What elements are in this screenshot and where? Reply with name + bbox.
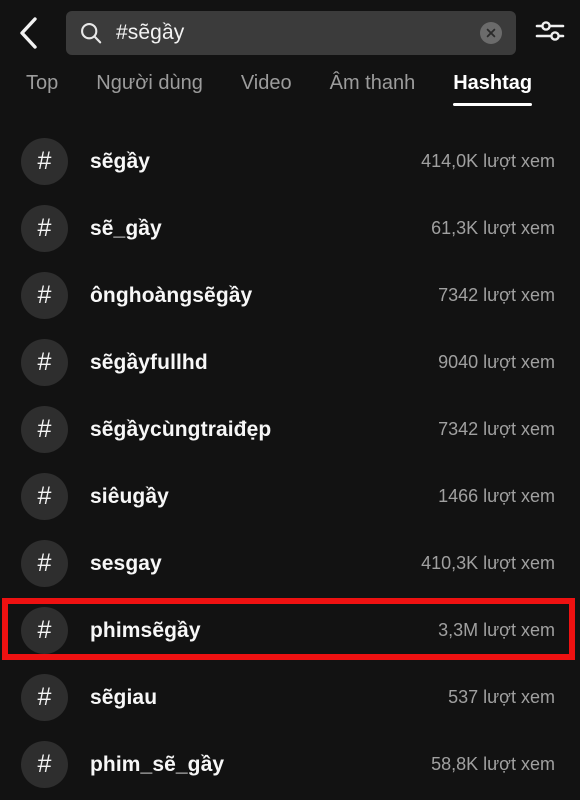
hashtag-icon: # [21, 205, 68, 252]
hashtag-row[interactable]: # sẽgiau 537 lượt xem [0, 664, 580, 731]
hashtag-row[interactable]: # phim_sẽ_gầy 58,8K lượt xem [0, 731, 580, 798]
hashtag-view-count: 61,3K lượt xem [431, 218, 555, 238]
tab-label: Top [26, 72, 59, 94]
tiktok-search-screen: #sẽgầy Top Người dùng Video Âm thanh Has… [0, 0, 580, 800]
hashtag-name: siêugầy [90, 484, 169, 508]
search-result-tabs: Top Người dùng Video Âm thanh Hashtag [0, 70, 580, 122]
hashtag-icon: # [21, 540, 68, 587]
hashtag-result-list[interactable]: # sẽgầy 414,0K lượt xem # sẽ_gầy 61,3K l… [0, 128, 580, 800]
hashtag-row[interactable]: # siêugầy 1466 lượt xem [0, 463, 580, 530]
clear-search-button[interactable] [480, 22, 502, 44]
hashtag-row[interactable]: # ônghoàngsẽgầy 7342 lượt xem [0, 262, 580, 329]
hash-glyph: # [37, 147, 52, 175]
tab-sounds[interactable]: Âm thanh [330, 70, 416, 108]
hash-glyph: # [37, 482, 52, 510]
hashtag-icon: # [21, 607, 68, 654]
hashtag-row[interactable]: # sẽ_gầy 61,3K lượt xem [0, 195, 580, 262]
hashtag-icon: # [21, 741, 68, 788]
filter-button[interactable] [520, 5, 580, 61]
search-topbar: #sẽgầy [0, 0, 580, 66]
hashtag-row[interactable]: # sẽgầyfullhd 9040 lượt xem [0, 329, 580, 396]
hashtag-icon: # [21, 406, 68, 453]
tab-underline [453, 103, 533, 106]
hashtag-name: sẽgầy [90, 149, 151, 173]
hashtag-view-count: 3,3M lượt xem [438, 620, 555, 640]
hashtag-row-highlighted[interactable]: # phimsẽgầy 3,3M lượt xem [0, 597, 580, 664]
search-input[interactable]: #sẽgầy [66, 11, 516, 55]
hashtag-name: sẽgiau [90, 685, 158, 709]
tab-label: Hashtag [453, 72, 533, 94]
tab-label: Video [240, 72, 292, 94]
tab-label: Âm thanh [329, 72, 416, 94]
hashtag-view-count: 1466 lượt xem [438, 486, 555, 506]
hashtag-view-count: 58,8K lượt xem [431, 754, 555, 774]
hashtag-view-count: 410,3K lượt xem [421, 553, 555, 573]
back-button[interactable] [0, 5, 56, 61]
hashtag-name: phimsẽgầy [90, 618, 201, 642]
tab-video[interactable]: Video [241, 70, 292, 108]
hash-glyph: # [37, 214, 52, 242]
hashtag-row[interactable]: # sẽgầycùngtraiđẹp 7342 lượt xem [0, 396, 580, 463]
hashtag-name: ônghoàngsẽgầy [90, 283, 253, 307]
hashtag-view-count: 537 lượt xem [448, 687, 555, 707]
chevron-left-icon [17, 16, 39, 50]
hash-glyph: # [37, 415, 52, 443]
hashtag-row[interactable]: # sẽgầy 414,0K lượt xem [0, 128, 580, 195]
tab-top[interactable]: Top [26, 70, 58, 108]
hash-glyph: # [37, 348, 52, 376]
hashtag-view-count: 7342 lượt xem [438, 419, 555, 439]
hashtag-name: sesgay [90, 551, 162, 575]
hash-glyph: # [37, 281, 52, 309]
hash-glyph: # [37, 549, 52, 577]
hashtag-name: phim_sẽ_gầy [90, 752, 225, 776]
hashtag-icon: # [21, 473, 68, 520]
hashtag-view-count: 414,0K lượt xem [421, 151, 555, 171]
hashtag-view-count: 7342 lượt xem [438, 285, 555, 305]
tab-hashtag[interactable]: Hashtag [453, 70, 533, 108]
hashtag-icon: # [21, 674, 68, 721]
sliders-filter-icon [534, 18, 566, 49]
close-icon [486, 28, 496, 38]
search-query-text: #sẽgầy [116, 21, 185, 44]
hashtag-name: sẽ_gầy [90, 216, 162, 240]
tab-users[interactable]: Người dùng [96, 70, 203, 108]
hash-glyph: # [37, 616, 52, 644]
hash-glyph: # [37, 750, 52, 778]
hashtag-icon: # [21, 339, 68, 386]
search-icon [80, 22, 102, 44]
tab-label: Người dùng [96, 72, 203, 94]
hashtag-icon: # [21, 272, 68, 319]
hashtag-name: sẽgầycùngtraiđẹp [90, 417, 272, 441]
hashtag-icon: # [21, 138, 68, 185]
hash-glyph: # [37, 683, 52, 711]
hashtag-name: sẽgầyfullhd [90, 350, 208, 374]
hashtag-row[interactable]: # sesgay 410,3K lượt xem [0, 530, 580, 597]
hashtag-view-count: 9040 lượt xem [438, 352, 555, 372]
